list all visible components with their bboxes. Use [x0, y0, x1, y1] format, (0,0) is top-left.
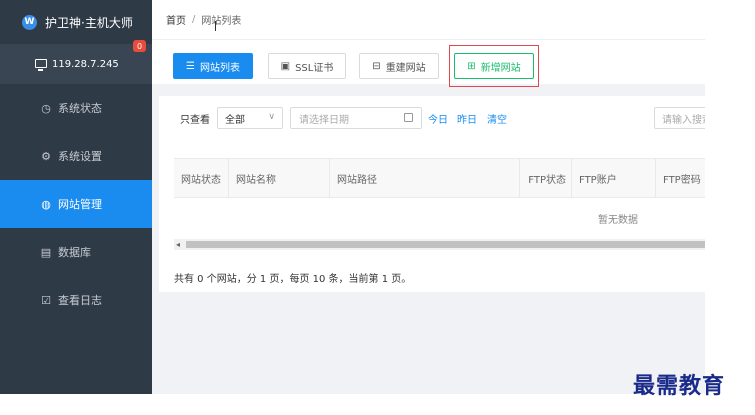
empty-table-message: 暂无数据	[598, 215, 638, 226]
rebuild-icon: ⊟	[372, 60, 381, 72]
host-ip: 119.28.7.245	[52, 58, 119, 70]
scroll-left-icon[interactable]: ◂	[176, 239, 180, 250]
pagination-summary: 共有 0 个网站，分 1 页，每页 10 条，当前第 1 页。	[174, 274, 412, 285]
sidebar-item-label: 数据库	[58, 246, 91, 259]
host-selector[interactable]: 119.28.7.245	[0, 44, 152, 84]
sidebar-item-label: 查看日志	[58, 294, 102, 307]
sidebar-item-system-status[interactable]: ◷ 系统状态	[0, 84, 152, 132]
sidebar-item-label: 系统设置	[58, 150, 102, 163]
ssl-certificate-button[interactable]: ▣ SSL证书	[268, 53, 346, 79]
status-filter-select[interactable]: 全部 ∨	[217, 107, 283, 129]
database-icon: ▤	[40, 245, 52, 259]
sidebar-item-view-logs[interactable]: ☑ 查看日志	[0, 276, 152, 324]
horizontal-scrollbar[interactable]: ◂	[174, 239, 705, 250]
column-ftp-status[interactable]: FTP状态	[520, 159, 572, 197]
clock-icon: ◷	[41, 101, 51, 115]
column-ftp-account[interactable]: FTP账户	[572, 159, 656, 197]
rebuild-label: 重建网站	[385, 62, 426, 74]
search-placeholder: 请输入搜索	[662, 114, 705, 126]
scrollbar-thumb[interactable]	[186, 241, 705, 248]
site-list-button[interactable]: ☰ 网站列表	[173, 53, 253, 79]
yesterday-link[interactable]: 昨日	[457, 111, 477, 126]
toolbar: ☰ 网站列表 ▣ SSL证书 ⊟ 重建网站 ⊞ 新增网站	[152, 40, 705, 92]
column-site-path[interactable]: 网站路径	[330, 159, 520, 197]
ssl-label: SSL证书	[295, 62, 334, 74]
date-placeholder: 请选择日期	[299, 114, 349, 126]
column-ftp-password[interactable]: FTP密码	[656, 159, 705, 197]
date-picker-input[interactable]: 请选择日期	[290, 107, 422, 129]
sidebar-item-website-management[interactable]: ◍ 网站管理	[0, 180, 152, 228]
search-input[interactable]: 请输入搜索	[654, 107, 705, 129]
text-cursor-icon	[215, 21, 217, 31]
chevron-down-icon: ∨	[268, 112, 275, 122]
column-site-status[interactable]: 网站状态	[174, 159, 229, 197]
sidebar-item-system-settings[interactable]: ⚙ 系统设置	[0, 132, 152, 180]
sidebar-item-label: 系统状态	[58, 102, 102, 115]
column-site-name[interactable]: 网站名称	[229, 159, 330, 197]
filter-bar: 只查看	[180, 107, 214, 129]
notification-badge: 0	[133, 40, 146, 52]
sidebar-item-label: 网站管理	[58, 198, 102, 211]
rebuild-site-button[interactable]: ⊟ 重建网站	[359, 53, 439, 79]
sidebar-item-database[interactable]: ▤ 数据库	[0, 228, 152, 276]
globe-icon: ◍	[41, 197, 51, 211]
brand[interactable]: W 护卫神·主机大师	[0, 0, 152, 44]
list-icon: ☰	[186, 60, 195, 72]
shield-logo-icon: W	[22, 14, 37, 30]
calendar-icon	[404, 113, 413, 122]
site-list-label: 网站列表	[199, 62, 240, 74]
watermark: 最需教育	[633, 373, 726, 399]
breadcrumb-current: 网站列表	[201, 16, 242, 27]
breadcrumb: 首页 / 网站列表	[152, 0, 705, 40]
calendar-check-icon: ☑	[41, 293, 51, 307]
clear-link[interactable]: 清空	[487, 111, 507, 126]
today-link[interactable]: 今日	[428, 111, 448, 126]
certificate-icon: ▣	[280, 60, 291, 72]
monitor-icon	[35, 59, 47, 71]
gear-icon: ⚙	[41, 149, 51, 163]
select-value: 全部	[225, 114, 245, 126]
table-header: 网站状态 网站名称 网站路径 FTP状态 FTP账户 FTP密码	[174, 158, 705, 198]
filter-label: 只查看	[180, 114, 210, 126]
sidebar: W 护卫神·主机大师 119.28.7.245 0 ◷ 系统状态 ⚙ 系统设置 …	[0, 0, 152, 394]
breadcrumb-separator: /	[192, 14, 196, 25]
breadcrumb-home[interactable]: 首页	[166, 12, 186, 27]
highlight-annotation	[449, 45, 539, 87]
app-title: 护卫神·主机大师	[45, 15, 133, 30]
app-window: W 护卫神·主机大师 119.28.7.245 0 ◷ 系统状态 ⚙ 系统设置 …	[0, 0, 755, 415]
